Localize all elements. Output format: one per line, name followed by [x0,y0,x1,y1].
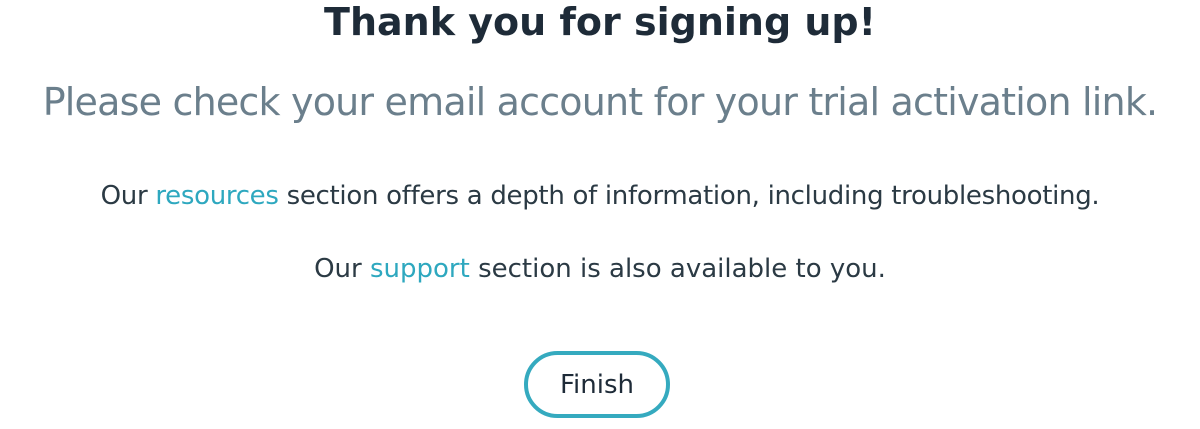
resources-link[interactable]: resources [155,181,279,211]
support-link[interactable]: support [370,254,470,284]
resources-paragraph-suffix: section offers a depth of information, i… [278,181,1100,211]
support-paragraph: Our support section is also available to… [0,252,1200,286]
resources-paragraph-prefix: Our [100,181,156,211]
page-subtitle: Please check your email account for your… [42,80,1158,124]
support-paragraph-suffix: section is also available to you. [469,254,886,284]
support-paragraph-prefix: Our [314,254,370,284]
resources-paragraph: Our resources section offers a depth of … [0,179,1200,213]
page-title: Thank you for signing up! [324,0,876,44]
signup-confirmation: Thank you for signing up! Please check y… [0,0,1200,429]
finish-button[interactable]: Finish [524,351,670,418]
